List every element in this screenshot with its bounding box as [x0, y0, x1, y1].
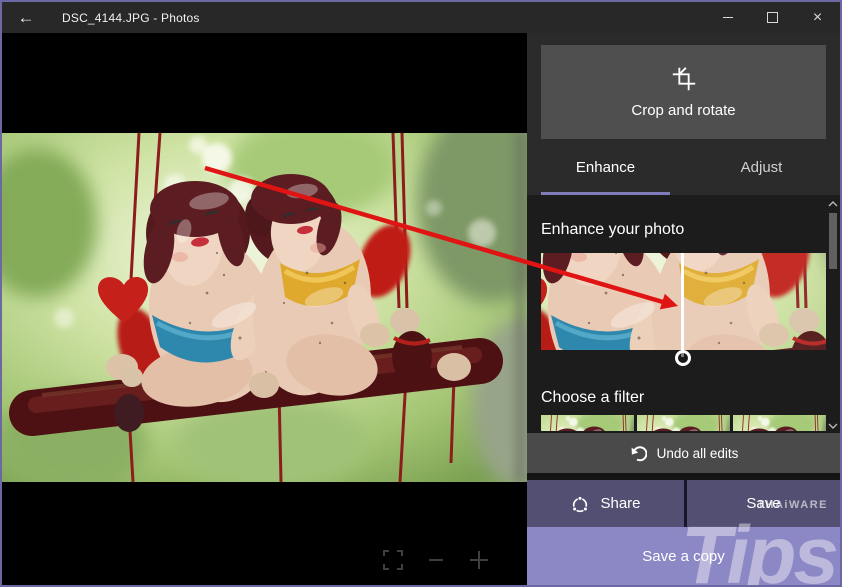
enhance-heading: Enhance your photo	[541, 221, 685, 238]
fit-to-window-button[interactable]	[380, 547, 406, 573]
panel-divider	[527, 473, 840, 480]
filter-thumbnail-image	[637, 415, 730, 431]
chevron-up-icon	[828, 200, 838, 206]
tab-bar: Enhance Adjust	[541, 139, 826, 195]
scroll-down-button[interactable]	[827, 419, 839, 432]
zoom-out-icon	[429, 559, 443, 561]
filter-heading: Choose a filter	[541, 389, 645, 406]
filter-thumbnail-image	[733, 415, 826, 431]
filter-thumbnail-image	[541, 415, 634, 431]
zoom-out-button[interactable]	[423, 547, 449, 573]
minimize-button[interactable]	[705, 2, 750, 33]
filter-row	[541, 415, 826, 431]
close-icon: ×	[812, 8, 823, 26]
save-a-copy-button[interactable]: Save a copy	[527, 527, 840, 585]
save-label: Save	[746, 495, 781, 512]
window-title: DSC_4144.JPG - Photos	[62, 10, 200, 25]
share-label: Share	[600, 495, 641, 512]
zoom-in-button[interactable]	[466, 547, 492, 573]
crop-and-rotate-label: Crop and rotate	[631, 102, 736, 119]
crop-and-rotate-button[interactable]: Crop and rotate	[541, 45, 826, 139]
window-controls: ×	[705, 2, 840, 33]
close-button[interactable]: ×	[795, 2, 840, 33]
tab-adjust[interactable]: Adjust	[697, 159, 826, 176]
back-button[interactable]: ←	[2, 2, 50, 33]
photo-viewer	[2, 33, 527, 585]
maximize-button[interactable]	[750, 2, 795, 33]
titlebar: ← DSC_4144.JPG - Photos ×	[2, 2, 840, 33]
filter-thumbnail[interactable]	[541, 415, 634, 431]
tab-enhance[interactable]: Enhance	[541, 159, 670, 176]
share-button[interactable]: Share	[527, 480, 684, 527]
enhance-preview[interactable]	[541, 253, 826, 366]
save-button[interactable]: Save	[687, 480, 840, 527]
back-icon: ←	[17, 7, 35, 27]
edit-panel: Crop and rotate Enhance Adjust Enhance y…	[527, 33, 840, 585]
undo-all-edits-button[interactable]: Undo all edits	[527, 433, 840, 473]
undo-label: Undo all edits	[656, 445, 739, 461]
panel-top: Crop and rotate Enhance Adjust	[527, 33, 840, 195]
panel-scrollbar	[827, 197, 839, 432]
crop-and-rotate-icon	[672, 67, 695, 91]
enhance-after-overlay	[683, 253, 826, 350]
action-buttons: Share Save	[527, 480, 840, 527]
maximize-icon	[767, 12, 778, 23]
photo-canvas	[2, 133, 527, 482]
chevron-down-icon	[828, 423, 838, 429]
photos-app-window: ← DSC_4144.JPG - Photos × Crop and rotat…	[0, 0, 842, 587]
minimize-icon	[722, 17, 733, 18]
fit-to-window-icon	[383, 550, 403, 570]
filter-thumbnail[interactable]	[733, 415, 826, 431]
enhance-slider[interactable]	[681, 253, 684, 357]
viewer-zoom-toolbar	[380, 547, 492, 573]
zoom-in-icon	[470, 551, 488, 569]
scrollbar-thumb[interactable]	[829, 213, 837, 269]
filter-thumbnail[interactable]	[637, 415, 730, 431]
enhance-scroll-area: Enhance your photo Choose a filter	[527, 195, 840, 433]
scroll-up-button[interactable]	[827, 197, 839, 210]
share-icon	[572, 495, 589, 512]
save-a-copy-label: Save a copy	[642, 547, 725, 565]
enhance-slider-handle[interactable]	[675, 350, 691, 366]
undo-icon	[631, 446, 647, 462]
